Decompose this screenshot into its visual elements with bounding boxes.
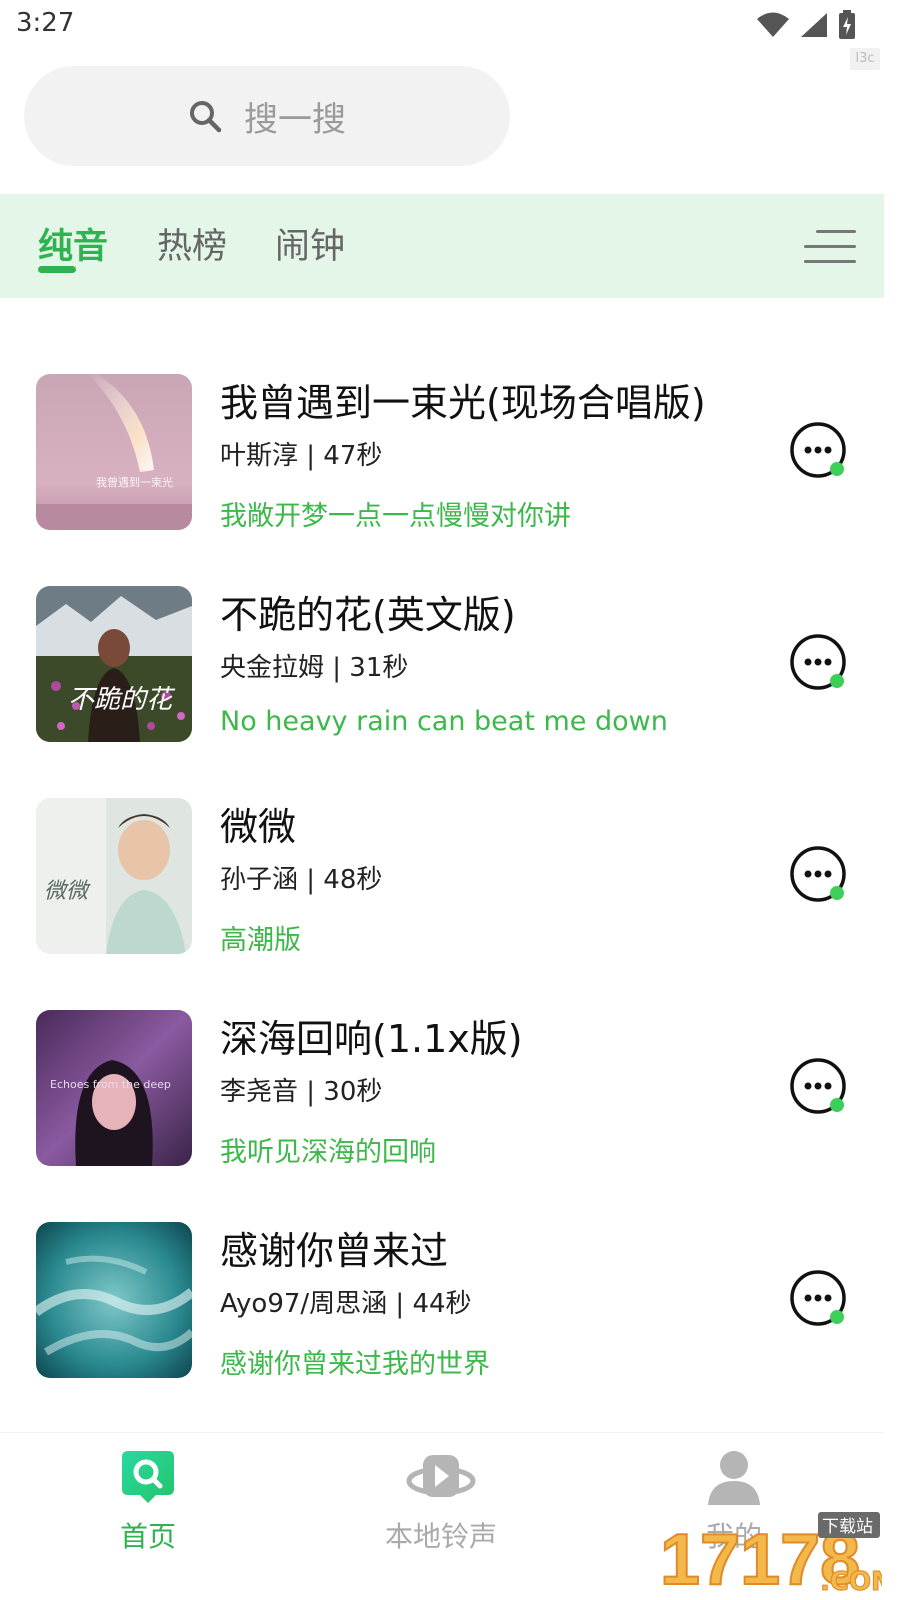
battery-icon <box>839 10 855 39</box>
album-cover: Echoes from the deep <box>36 1010 192 1166</box>
album-cover: 微微 <box>36 798 192 954</box>
album-cover: 我曾遇到一束光 <box>36 374 192 530</box>
song-subtitle: 高潮版 <box>220 925 301 956</box>
watermark-domain: .COM <box>820 1567 882 1597</box>
category-tab-bar: 纯音 热榜 闹钟 <box>0 194 884 298</box>
song-title: 微微 <box>220 805 297 849</box>
status-icons <box>756 10 856 40</box>
search-icon <box>190 101 222 133</box>
nav-home[interactable]: 首页 <box>48 1449 248 1555</box>
song-meta: Ayo97/周思涵 | 44秒 <box>220 1289 472 1319</box>
song-item[interactable]: Echoes from the deep 深海回响(1.1x版) 李尧音 | 3… <box>0 996 884 1176</box>
nav-label-home: 首页 <box>119 1520 176 1553</box>
status-time: 3:27 <box>16 8 75 38</box>
album-cover <box>36 1222 192 1378</box>
song-subtitle: 我敞开梦一点一点慢慢对你讲 <box>220 501 571 532</box>
more-options-icon[interactable] <box>790 1270 850 1330</box>
tab-alarm[interactable]: 闹钟 <box>275 218 345 269</box>
album-cover: 不跪的花 <box>36 586 192 742</box>
song-meta: 孙子涵 | 48秒 <box>220 865 383 895</box>
active-tab-indicator <box>38 266 76 273</box>
song-title: 感谢你曾来过 <box>220 1229 449 1273</box>
nav-label-local: 本地铃声 <box>384 1520 497 1553</box>
cover-text: 我曾遇到一束光 <box>96 475 173 489</box>
cover-text: 微微 <box>44 879 91 904</box>
song-subtitle: 感谢你曾来过我的世界 <box>220 1349 490 1380</box>
song-item[interactable]: 不跪的花 不跪的花(英文版) 央金拉姆 | 31秒 No heavy rain … <box>0 572 884 752</box>
song-meta: 李尧音 | 30秒 <box>220 1077 383 1107</box>
song-item[interactable]: 微微 微微 孙子涵 | 48秒 高潮版 <box>0 784 884 964</box>
tab-hot-list[interactable]: 热榜 <box>157 218 227 269</box>
tab-pure-music[interactable]: 纯音 <box>38 218 108 269</box>
site-watermark-logo: 17178 下载站 .COM <box>660 1512 882 1598</box>
cover-text: Echoes from the deep <box>50 1078 171 1091</box>
more-options-icon[interactable] <box>790 1058 850 1118</box>
song-item[interactable]: 感谢你曾来过 Ayo97/周思涵 | 44秒 感谢你曾来过我的世界 <box>0 1208 884 1388</box>
song-subtitle: No heavy rain can beat me down <box>220 706 668 737</box>
search-home-icon <box>122 1451 174 1503</box>
menu-icon[interactable] <box>800 228 856 266</box>
song-meta: 央金拉姆 | 31秒 <box>220 653 409 683</box>
wifi-icon <box>757 12 789 37</box>
song-title: 我曾遇到一束光(现场合唱版) <box>220 381 706 425</box>
signal-icon <box>801 13 827 37</box>
play-disc-icon <box>406 1455 476 1497</box>
song-subtitle: 我听见深海的回响 <box>220 1137 436 1168</box>
watermark-badge: 下载站 <box>822 1517 873 1537</box>
song-title: 深海回响(1.1x版) <box>220 1017 523 1061</box>
person-icon <box>708 1451 760 1505</box>
more-options-icon[interactable] <box>790 846 850 906</box>
status-chip: l3c <box>850 48 880 70</box>
more-options-icon[interactable] <box>790 634 850 694</box>
nav-local-ringtones[interactable]: 本地铃声 <box>341 1449 541 1555</box>
song-title: 不跪的花(英文版) <box>220 593 516 637</box>
status-bar: 3:27 l3c <box>0 0 900 70</box>
more-options-icon[interactable] <box>790 422 850 482</box>
search-input[interactable]: 搜一搜 <box>24 66 510 166</box>
song-item[interactable]: 我曾遇到一束光 我曾遇到一束光(现场合唱版) 叶斯淳 | 47秒 我敞开梦一点一… <box>0 360 884 540</box>
cover-text: 不跪的花 <box>68 685 176 715</box>
song-meta: 叶斯淳 | 47秒 <box>220 441 383 471</box>
search-placeholder: 搜一搜 <box>244 99 346 140</box>
